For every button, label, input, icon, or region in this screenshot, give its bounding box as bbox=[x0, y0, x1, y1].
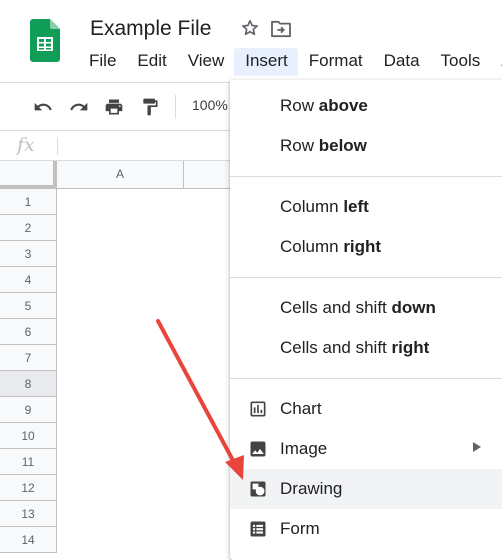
cells-right-text: Cells and shift bbox=[280, 338, 392, 357]
menu-separator bbox=[230, 176, 502, 177]
menu-addons[interactable]: A bbox=[490, 48, 502, 76]
menu-item-row-below[interactable]: Row below bbox=[230, 126, 502, 166]
menu-item-column-right[interactable]: Column right bbox=[230, 227, 502, 267]
menu-separator bbox=[230, 378, 502, 379]
menu-data[interactable]: Data bbox=[373, 48, 430, 76]
row-below-bold: below bbox=[318, 136, 367, 155]
row-above-label: Row above bbox=[280, 96, 368, 116]
row-header[interactable]: 4 bbox=[0, 267, 57, 293]
menu-separator bbox=[230, 277, 502, 278]
menu-item-row-above[interactable]: Row above bbox=[230, 86, 502, 126]
row-below-label: Row below bbox=[280, 136, 367, 156]
print-icon[interactable] bbox=[104, 97, 124, 117]
row-header-selected[interactable]: 8 bbox=[0, 371, 57, 397]
drawing-icon bbox=[250, 481, 266, 497]
zoom-select[interactable]: 100% bbox=[192, 97, 228, 113]
row-header[interactable]: 14 bbox=[0, 527, 57, 553]
row-header[interactable]: 9 bbox=[0, 397, 57, 423]
menu-item-column-left[interactable]: Column left bbox=[230, 187, 502, 227]
column-right-label: Column right bbox=[280, 237, 381, 257]
move-to-folder-icon[interactable] bbox=[270, 20, 292, 38]
row-header[interactable]: 3 bbox=[0, 241, 57, 267]
insert-menu-dropdown: Row above Row below Column left Column r… bbox=[230, 80, 502, 560]
cells-down-text: Cells and shift bbox=[280, 298, 392, 317]
submenu-arrow-icon bbox=[473, 442, 481, 452]
column-header-a[interactable]: A bbox=[57, 161, 184, 189]
menu-view[interactable]: View bbox=[177, 48, 235, 76]
row-headers: 1 2 3 4 5 6 7 8 9 10 11 12 13 14 bbox=[0, 189, 57, 553]
menu-bar: File Edit View Insert Format Data Tools … bbox=[78, 48, 502, 76]
row-header[interactable]: 13 bbox=[0, 501, 57, 527]
row-header[interactable]: 12 bbox=[0, 475, 57, 501]
row-header[interactable]: 7 bbox=[0, 345, 57, 371]
undo-icon[interactable] bbox=[33, 97, 53, 117]
menu-tools[interactable]: Tools bbox=[430, 48, 491, 76]
menu-file[interactable]: File bbox=[78, 48, 126, 76]
row-below-text: Row bbox=[280, 136, 319, 155]
chart-icon bbox=[250, 401, 266, 417]
form-label: Form bbox=[280, 519, 320, 538]
fx-label: fx bbox=[17, 134, 35, 156]
redo-icon[interactable] bbox=[69, 97, 89, 117]
cells-right-bold: right bbox=[391, 338, 430, 357]
column-left-text: Column bbox=[280, 197, 344, 216]
menu-item-form[interactable]: Form bbox=[230, 509, 502, 549]
column-left-bold: left bbox=[343, 197, 369, 216]
select-all-corner[interactable] bbox=[0, 161, 57, 189]
menu-insert[interactable]: Insert bbox=[234, 48, 298, 76]
image-icon bbox=[250, 441, 266, 457]
image-label: Image bbox=[280, 439, 328, 458]
row-above-bold: above bbox=[318, 96, 368, 115]
row-header[interactable]: 2 bbox=[0, 215, 57, 241]
paint-format-icon[interactable] bbox=[140, 97, 160, 117]
chart-label: Chart bbox=[280, 399, 322, 418]
row-header[interactable]: 5 bbox=[0, 293, 57, 319]
menu-item-chart[interactable]: Chart bbox=[230, 389, 502, 429]
cells-down-label: Cells and shift down bbox=[280, 298, 436, 318]
menu-format[interactable]: Format bbox=[298, 48, 373, 76]
cells-down-bold: down bbox=[391, 298, 436, 317]
star-icon[interactable] bbox=[240, 18, 260, 38]
menu-item-image[interactable]: Image bbox=[230, 429, 502, 469]
column-right-bold: right bbox=[343, 237, 382, 256]
cells-right-label: Cells and shift right bbox=[280, 338, 429, 358]
document-title[interactable]: Example File bbox=[90, 17, 211, 41]
column-left-label: Column left bbox=[280, 197, 369, 217]
formula-bar-separator bbox=[57, 137, 58, 155]
menu-item-cells-shift-down[interactable]: Cells and shift down bbox=[230, 288, 502, 328]
google-sheets-logo[interactable] bbox=[30, 19, 60, 62]
drawing-label: Drawing bbox=[280, 479, 343, 498]
menu-item-cells-shift-right[interactable]: Cells and shift right bbox=[230, 328, 502, 368]
row-header[interactable]: 1 bbox=[0, 189, 57, 215]
app-header: Example File File Edit View Insert Forma… bbox=[0, 0, 502, 83]
row-header[interactable]: 10 bbox=[0, 423, 57, 449]
menu-edit[interactable]: Edit bbox=[126, 48, 176, 76]
form-icon bbox=[250, 521, 266, 537]
toolbar-separator bbox=[175, 95, 176, 119]
row-header[interactable]: 11 bbox=[0, 449, 57, 475]
row-above-text: Row bbox=[280, 96, 319, 115]
column-right-text: Column bbox=[280, 237, 344, 256]
menu-item-drawing[interactable]: Drawing bbox=[230, 469, 502, 509]
row-header[interactable]: 6 bbox=[0, 319, 57, 345]
